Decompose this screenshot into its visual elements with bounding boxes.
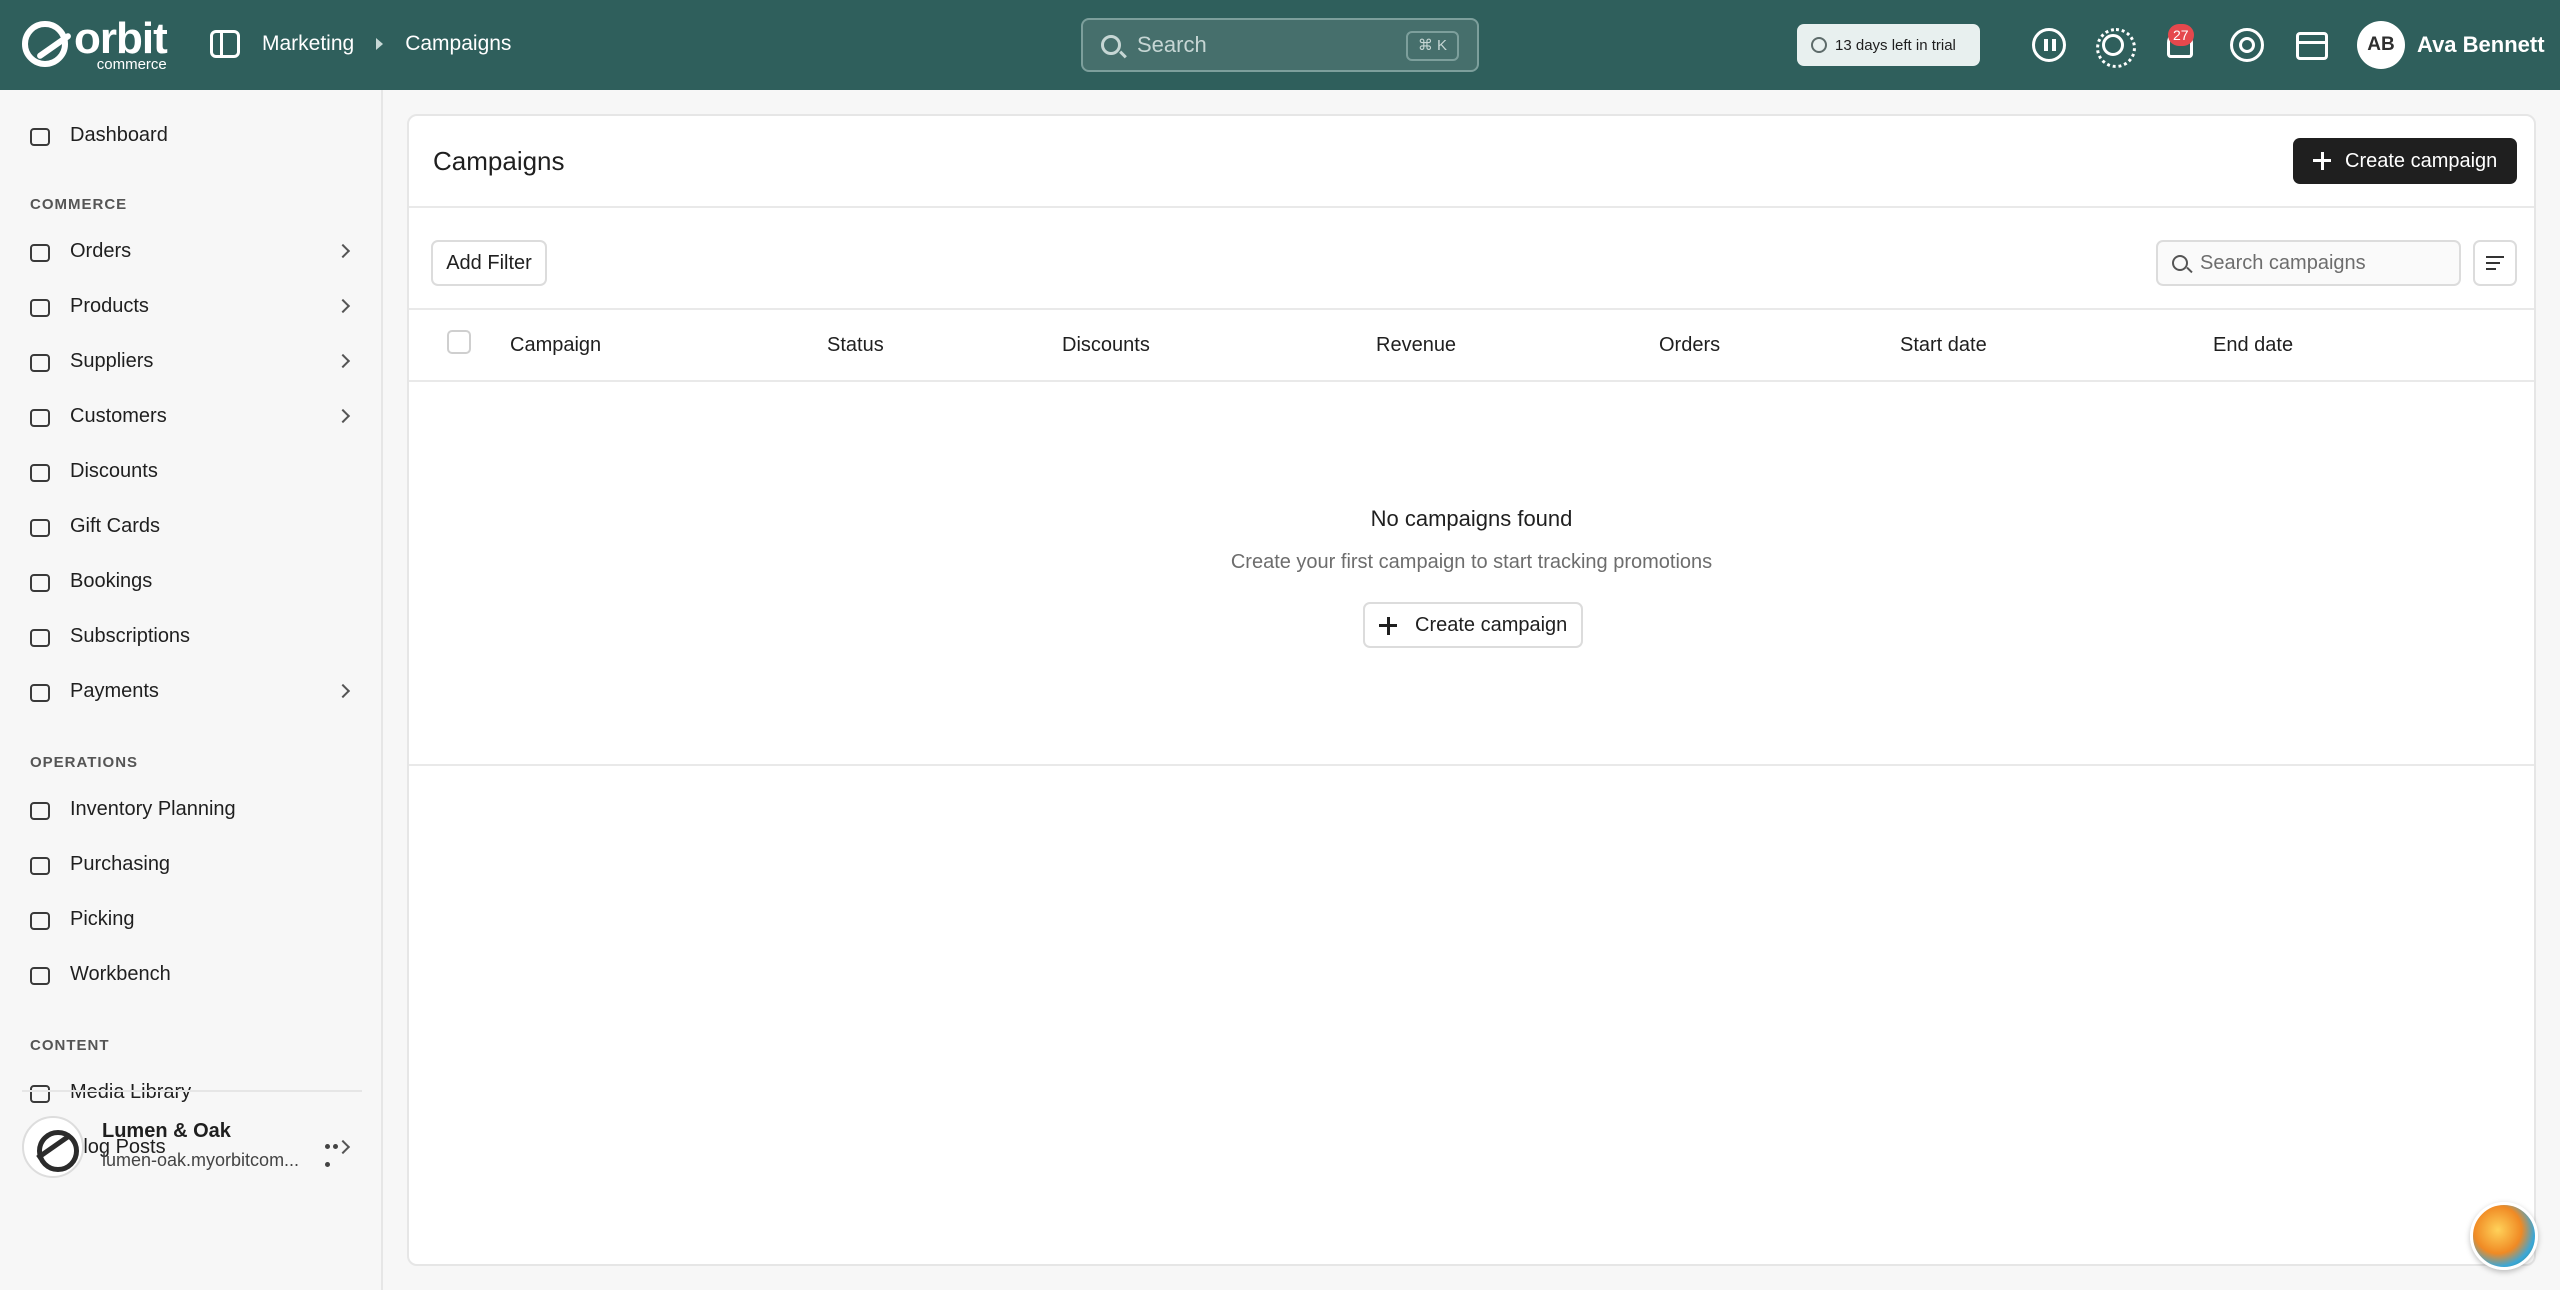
workspace-logo-icon [22, 1116, 84, 1178]
empty-state-subtitle: Create your first campaign to start trac… [1230, 551, 1713, 573]
notification-count-badge: 27 [2168, 24, 2194, 46]
refresh-icon [30, 629, 50, 647]
page-title: Campaigns [433, 146, 565, 176]
credit-card-icon [30, 684, 50, 702]
global-search-placeholder: Search [1137, 32, 1207, 57]
create-campaign-button[interactable]: Create campaign [2293, 138, 2517, 184]
sidebar-item-purchasing[interactable]: Purchasing [0, 839, 383, 891]
column-start-date[interactable]: Start date [1900, 334, 1987, 357]
chevron-right-icon [335, 353, 351, 369]
sidebar-item-discounts[interactable]: Discounts [0, 446, 383, 498]
chevron-right-icon [335, 408, 351, 424]
trial-badge[interactable]: 13 days left in trial [1797, 24, 1980, 66]
breadcrumb-marketing[interactable]: Marketing [262, 32, 354, 56]
chevron-right-icon [335, 243, 351, 259]
sidebar-item-workbench[interactable]: Workbench [0, 949, 383, 1001]
column-end-date[interactable]: End date [2213, 334, 2293, 357]
sidebar-item-customers[interactable]: Customers [0, 391, 383, 443]
breadcrumb-campaigns[interactable]: Campaigns [405, 32, 511, 56]
search-icon [1101, 35, 1121, 55]
dashboard-icon [30, 128, 50, 146]
chevron-right-icon [335, 298, 351, 314]
ai-assistant-icon[interactable] [2032, 28, 2066, 62]
global-search-input[interactable]: Search ⌘ K [1081, 18, 1479, 72]
column-revenue[interactable]: Revenue [1376, 334, 1456, 357]
sidebar-item-inventory-planning[interactable]: Inventory Planning [0, 784, 383, 836]
empty-state-title: No campaigns found [1370, 506, 1573, 531]
column-orders[interactable]: Orders [1659, 334, 1720, 357]
sidebar-toggle-icon[interactable] [210, 30, 240, 58]
users-icon [30, 409, 50, 427]
theme-toggle-sun-icon[interactable] [2096, 28, 2136, 68]
table-header-bottom-divider [409, 380, 2534, 382]
sidebar-item-orders[interactable]: Orders [0, 226, 383, 278]
sidebar-item-products[interactable]: Products [0, 281, 383, 333]
truck-icon [30, 354, 50, 372]
top-bar: orbit commerce Marketing Campaigns Searc… [0, 0, 2560, 90]
box-icon [30, 299, 50, 317]
user-avatar[interactable]: AB [2357, 21, 2405, 69]
plus-icon [1379, 617, 1397, 635]
workspace-url: lumen-oak.myorbitcom... [102, 1150, 300, 1170]
sidebar-item-payments[interactable]: Payments [0, 666, 383, 718]
sidebar-item-gift-cards[interactable]: Gift Cards [0, 501, 383, 553]
empty-create-campaign-button[interactable]: Create campaign [1363, 602, 1583, 648]
map-pin-icon [30, 912, 50, 930]
sort-button[interactable] [2473, 240, 2517, 286]
sidebar-item-picking[interactable]: Picking [0, 894, 383, 946]
clipboard-icon [30, 802, 50, 820]
calendar-icon [30, 574, 50, 592]
add-filter-button[interactable]: Add Filter [431, 240, 547, 286]
user-name[interactable]: Ava Bennett [2417, 32, 2545, 58]
search-shortcut: ⌘ K [1405, 31, 1459, 61]
help-lifebuoy-icon[interactable] [2230, 28, 2264, 62]
column-status[interactable]: Status [827, 334, 884, 357]
column-discounts[interactable]: Discounts [1062, 334, 1150, 357]
campaign-search-input[interactable]: Search campaigns [2156, 240, 2461, 286]
sidebar-item-subscriptions[interactable]: Subscriptions [0, 611, 383, 663]
sidebar-item-bookings[interactable]: Bookings [0, 556, 383, 608]
plus-icon [2313, 152, 2331, 170]
header-divider [409, 206, 2534, 208]
clock-icon [1811, 37, 1827, 53]
campaigns-card: Campaigns Create campaign Add Filter Sea… [407, 114, 2536, 1266]
cube-icon [30, 967, 50, 985]
sidebar-item-suppliers[interactable]: Suppliers [0, 336, 383, 388]
column-campaign[interactable]: Campaign [510, 334, 601, 357]
package-icon [30, 857, 50, 875]
workspace-switcher[interactable]: Lumen & Oak lumen-oak.myorbitcom... [22, 1090, 362, 1178]
sidebar-item-dashboard[interactable]: Dashboard [0, 110, 383, 162]
workspace-name: Lumen & Oak [102, 1120, 231, 1142]
select-all-checkbox[interactable] [447, 330, 471, 354]
section-content: CONTENT [30, 1037, 110, 1054]
tag-icon [30, 464, 50, 482]
breadcrumb-separator-icon [376, 38, 384, 50]
more-options-icon[interactable] [325, 1136, 347, 1167]
orbit-logo-icon [22, 21, 68, 67]
storefront-icon[interactable] [2296, 32, 2328, 60]
sort-icon [2486, 256, 2504, 258]
section-operations: OPERATIONS [30, 754, 139, 771]
gift-icon [30, 519, 50, 537]
section-commerce: COMMERCE [30, 196, 128, 213]
table-header-top-divider [409, 308, 2534, 310]
support-chat-launcher-icon[interactable] [2470, 1202, 2538, 1270]
chevron-right-icon [335, 683, 351, 699]
orders-icon [30, 244, 50, 262]
search-icon [2172, 255, 2188, 271]
orbit-logo[interactable]: orbit commerce [22, 16, 168, 72]
table-bottom-divider [409, 764, 2534, 766]
trial-text: 13 days left in trial [1835, 36, 1956, 54]
breadcrumb: Marketing Campaigns [262, 32, 511, 56]
